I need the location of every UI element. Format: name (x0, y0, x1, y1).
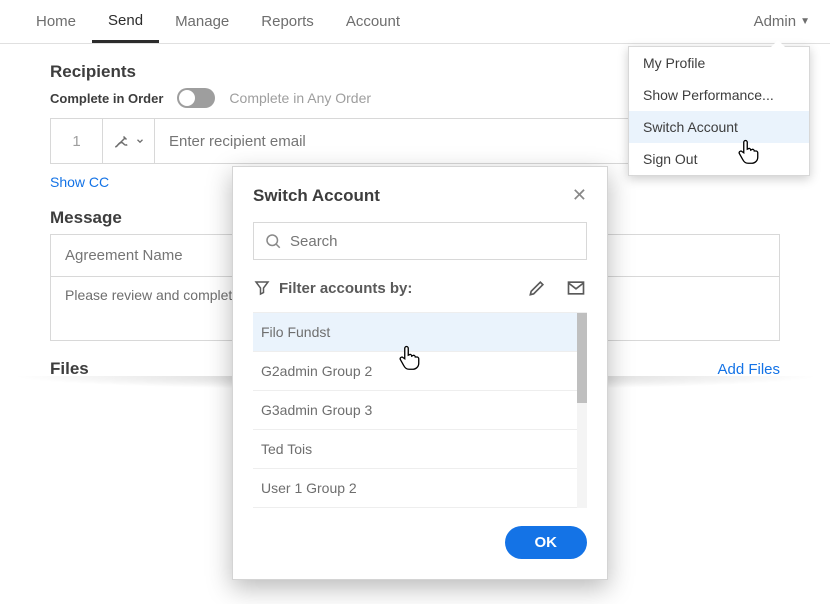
nav-reports[interactable]: Reports (245, 0, 330, 43)
top-nav: Home Send Manage Reports Account Admin ▼ (0, 0, 830, 44)
filter-icon[interactable] (253, 279, 271, 297)
admin-menu: My Profile Show Performance... Switch Ac… (628, 46, 810, 176)
menu-show-performance[interactable]: Show Performance... (629, 79, 809, 111)
account-item[interactable]: Filo Fundst (253, 313, 587, 352)
nav-home[interactable]: Home (20, 0, 92, 43)
complete-in-order-label: Complete in Order (50, 91, 163, 106)
menu-sign-out[interactable]: Sign Out (629, 143, 809, 175)
account-item[interactable]: User 1 Group 2 (253, 469, 587, 508)
caret-down-icon: ▼ (800, 16, 810, 27)
nav-account[interactable]: Account (330, 0, 416, 43)
edit-icon[interactable] (527, 278, 547, 298)
nav-send[interactable]: Send (92, 0, 159, 43)
files-heading: Files (50, 359, 89, 379)
pen-icon (113, 132, 131, 150)
show-cc-link[interactable]: Show CC (50, 174, 109, 190)
account-item[interactable]: G2admin Group 2 (253, 352, 587, 391)
account-list: Filo Fundst G2admin Group 2 G3admin Grou… (253, 312, 587, 508)
search-input[interactable] (290, 233, 576, 250)
filter-label: Filter accounts by: (279, 280, 412, 297)
admin-label: Admin (754, 13, 797, 30)
search-row (253, 222, 587, 260)
ok-button[interactable]: OK (505, 526, 588, 559)
scrollbar-thumb[interactable] (577, 313, 587, 403)
recipient-role-dropdown[interactable] (103, 119, 155, 163)
account-item[interactable]: G3admin Group 3 (253, 391, 587, 430)
nav-manage[interactable]: Manage (159, 0, 245, 43)
menu-my-profile[interactable]: My Profile (629, 47, 809, 79)
menu-switch-account[interactable]: Switch Account (629, 111, 809, 143)
close-icon[interactable]: ✕ (572, 185, 587, 206)
admin-dropdown-button[interactable]: Admin ▼ (754, 13, 810, 30)
filter-row: Filter accounts by: (253, 272, 587, 304)
account-item[interactable]: Ted Tois (253, 430, 587, 469)
chevron-down-icon (135, 136, 145, 146)
search-icon (264, 232, 282, 250)
mail-icon[interactable] (565, 278, 587, 298)
switch-account-dialog: Switch Account ✕ Filter accounts by: Fil… (232, 166, 608, 580)
recipient-index: 1 (51, 119, 103, 163)
order-toggle[interactable] (177, 88, 215, 108)
dialog-title: Switch Account (253, 186, 380, 206)
add-files-link[interactable]: Add Files (717, 361, 780, 378)
complete-any-order-label: Complete in Any Order (229, 90, 371, 106)
